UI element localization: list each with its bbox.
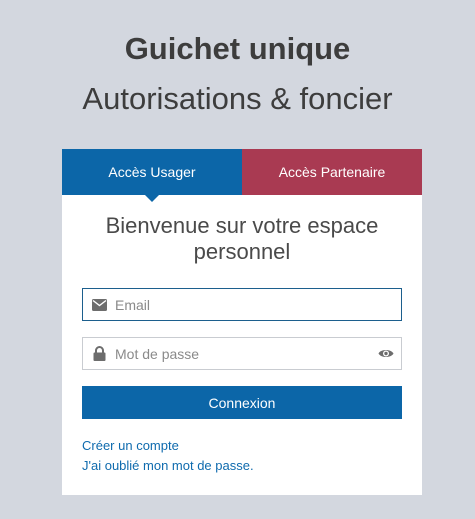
page-title: Guichet unique <box>124 31 351 66</box>
password-field <box>82 337 402 370</box>
login-card: Accès Usager Accès Partenaire Bienvenue … <box>62 149 422 495</box>
password-input[interactable] <box>115 338 371 369</box>
eye-icon[interactable] <box>371 348 401 359</box>
account-links: Créer un compte J'ai oublié mon mot de p… <box>82 436 254 476</box>
email-input[interactable] <box>115 289 401 320</box>
welcome-heading: Bienvenue sur votre espace personnel <box>105 213 379 264</box>
connexion-button[interactable]: Connexion <box>82 386 402 419</box>
tab-acces-partenaire[interactable]: Accès Partenaire <box>242 149 422 195</box>
forgot-password-link[interactable]: J'ai oublié mon mot de passe. <box>82 456 254 476</box>
page-subtitle: Autorisations & foncier <box>82 81 393 116</box>
create-account-link[interactable]: Créer un compte <box>82 436 254 456</box>
tab-acces-usager[interactable]: Accès Usager <box>62 149 242 202</box>
access-tabs: Accès Usager Accès Partenaire <box>62 149 422 202</box>
envelope-icon <box>83 298 115 311</box>
email-field <box>82 288 402 321</box>
lock-icon <box>83 346 115 361</box>
